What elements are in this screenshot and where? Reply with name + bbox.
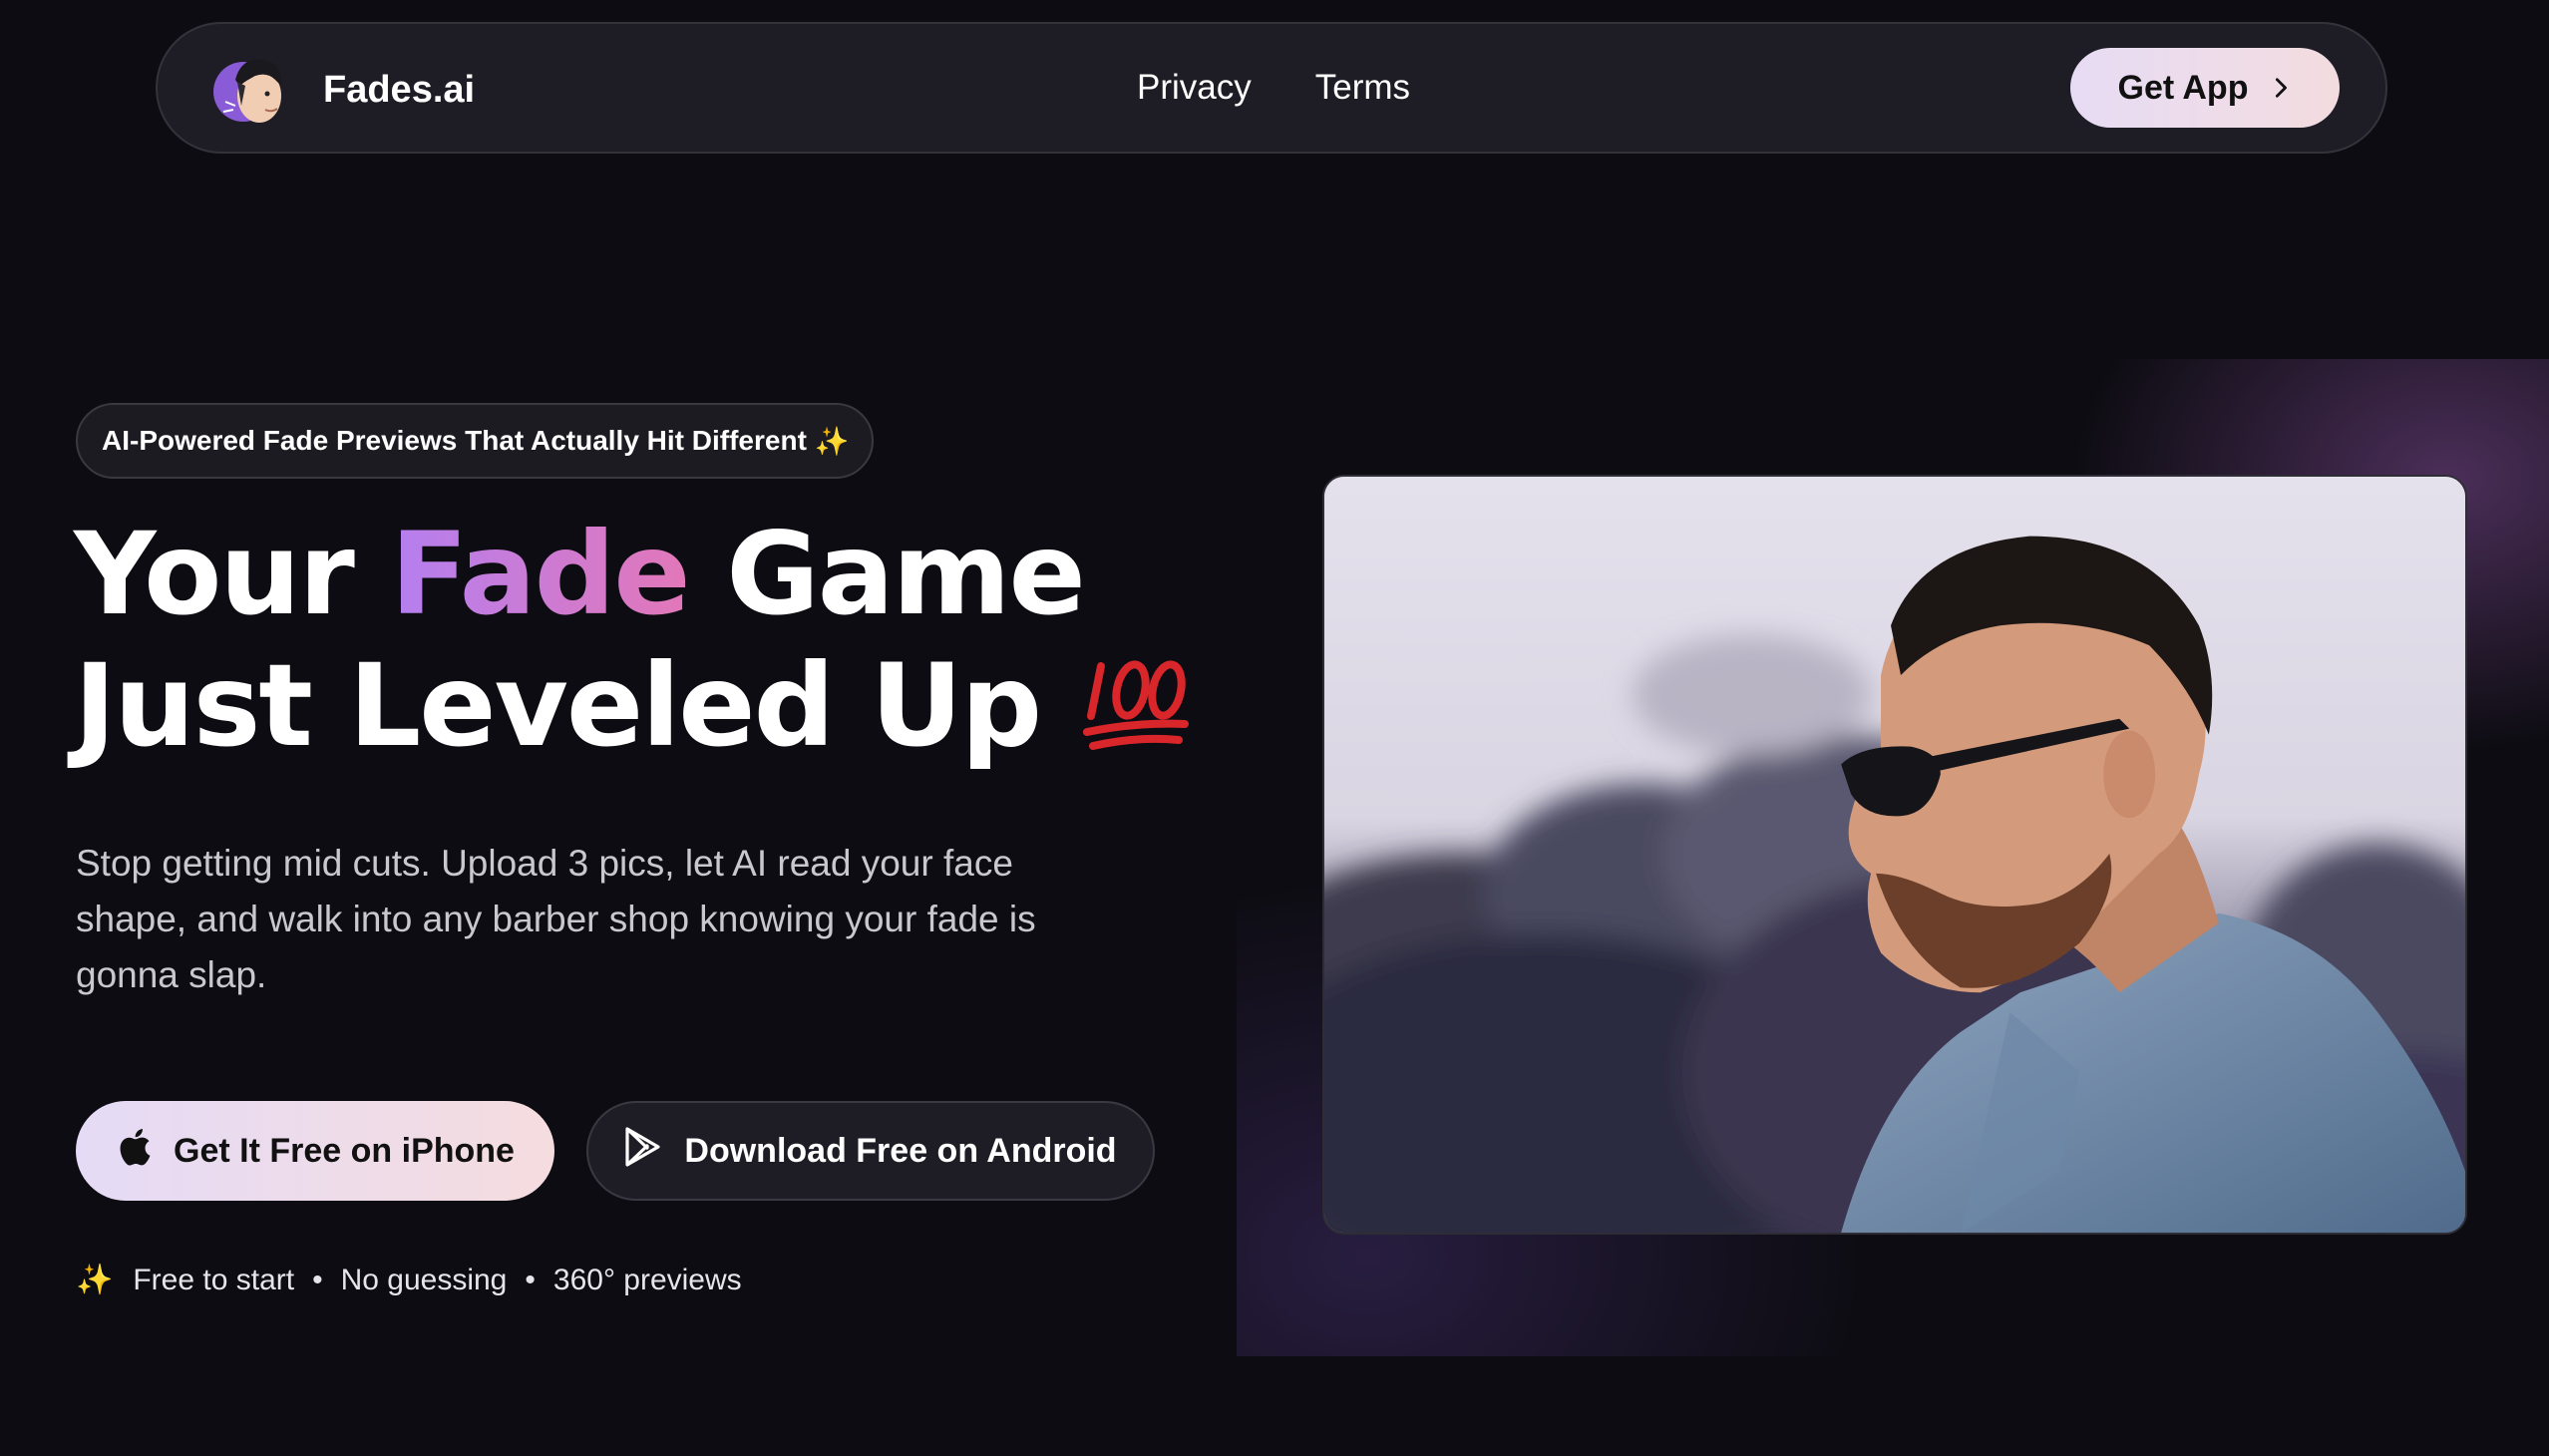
top-navbar: Fades.ai Privacy Terms Get App [156,22,2387,154]
download-android-button[interactable]: Download Free on Android [586,1101,1155,1201]
google-play-icon [624,1126,662,1176]
brand[interactable]: Fades.ai [207,46,475,134]
hundred-points-icon: 💯 [1079,644,1191,756]
get-app-button[interactable]: Get App [2070,48,2340,128]
get-iphone-button[interactable]: Get It Free on iPhone [76,1101,554,1201]
sparkles-icon: ✨ [814,425,850,457]
apple-icon [116,1127,152,1176]
get-app-label: Get App [2117,68,2249,107]
nav-link-terms[interactable]: Terms [1315,68,1410,108]
chevron-right-icon [2270,69,2292,108]
headline-part1: Your [74,508,391,640]
feature-item: 360° previews [552,1263,742,1296]
hero-headline: Your Fade Game Just Leveled Up [74,508,1086,772]
barber-avatar-icon [207,46,295,134]
hero-subtext: Stop getting mid cuts. Upload 3 pics, le… [76,843,1036,995]
hero-image [1322,475,2467,1235]
tagline-badge: AI-Powered Fade Previews That Actually H… [76,403,874,479]
headline-part2: Game [688,508,1086,640]
ios-button-label: Get It Free on iPhone [174,1131,515,1170]
sparkles-icon: ✨ [76,1264,114,1296]
feature-list: ✨ Free to start • No guessing • 360° pre… [76,1263,742,1297]
tagline-text: AI-Powered Fade Previews That Actually H… [102,425,807,456]
nav-links: Privacy Terms [1137,24,1410,152]
brand-name: Fades.ai [323,68,476,111]
nav-link-privacy[interactable]: Privacy [1137,68,1252,108]
headline-line2: Just Leveled Up [74,639,1042,772]
feature-item: No guessing [340,1263,508,1296]
feature-item: Free to start [133,1263,295,1296]
headline-highlight: Fade [390,508,690,640]
android-button-label: Download Free on Android [684,1131,1117,1170]
feature-separator: • [525,1263,536,1296]
feature-separator: • [312,1263,323,1296]
